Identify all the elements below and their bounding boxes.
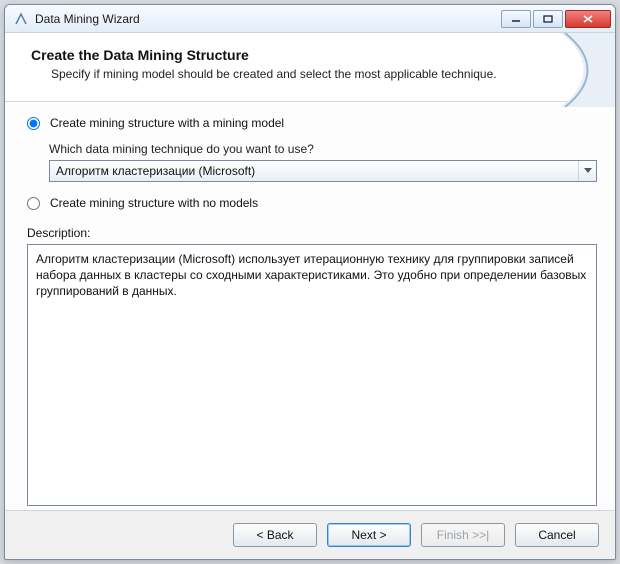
page-title: Create the Data Mining Structure (31, 47, 597, 63)
close-button[interactable] (565, 10, 611, 28)
minimize-button[interactable] (501, 10, 531, 28)
technique-prompt: Which data mining technique do you want … (49, 142, 597, 156)
radio-no-model-label: Create mining structure with no models (50, 196, 258, 210)
technique-selected: Алгоритм кластеризации (Microsoft) (50, 164, 578, 178)
wizard-content: Create mining structure with a mining mo… (5, 102, 615, 510)
finish-button[interactable]: Finish >>| (421, 523, 505, 547)
radio-with-model-label: Create mining structure with a mining mo… (50, 116, 284, 130)
window-controls (501, 10, 611, 28)
wizard-footer: < Back Next > Finish >>| Cancel (5, 510, 615, 559)
cancel-button[interactable]: Cancel (515, 523, 599, 547)
page-subtitle: Specify if mining model should be create… (51, 67, 597, 81)
back-button[interactable]: < Back (233, 523, 317, 547)
technique-dropdown[interactable]: Алгоритм кластеризации (Microsoft) (49, 160, 597, 182)
wizard-header: Create the Data Mining Structure Specify… (5, 33, 615, 102)
radio-with-model-input[interactable] (27, 117, 40, 130)
radio-no-model-input[interactable] (27, 197, 40, 210)
next-button[interactable]: Next > (327, 523, 411, 547)
technique-block: Which data mining technique do you want … (49, 142, 597, 182)
radio-no-model[interactable]: Create mining structure with no models (27, 196, 597, 210)
window-title: Data Mining Wizard (35, 12, 501, 26)
radio-with-model[interactable]: Create mining structure with a mining mo… (27, 116, 597, 130)
chevron-down-icon (578, 161, 596, 181)
description-label: Description: (27, 226, 597, 240)
description-text[interactable] (27, 244, 597, 506)
titlebar[interactable]: Data Mining Wizard (5, 5, 615, 33)
maximize-button[interactable] (533, 10, 563, 28)
app-icon (13, 11, 29, 27)
wizard-window: Data Mining Wizard Create the Data Minin… (4, 4, 616, 560)
